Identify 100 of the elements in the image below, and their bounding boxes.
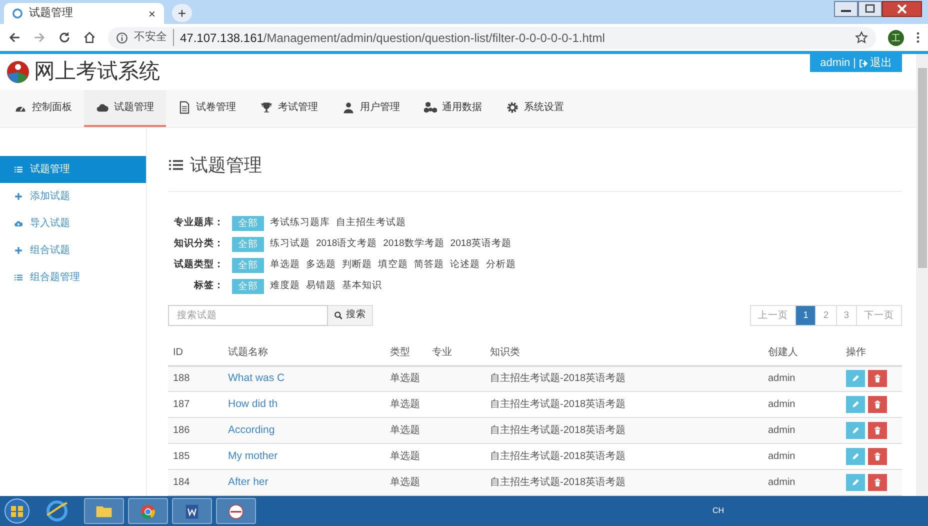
column-header: 操作 <box>841 340 902 366</box>
trash-icon <box>873 478 882 487</box>
close-icon[interactable] <box>148 10 156 18</box>
info-icon <box>116 32 128 44</box>
filter-option[interactable]: 2018语文考题 <box>316 236 378 252</box>
filter-option[interactable]: 自主招生考试题 <box>336 216 406 230</box>
home-icon[interactable] <box>83 31 96 44</box>
table-cell: 185 <box>168 444 223 470</box>
table-cell: admin <box>763 366 841 392</box>
search-button[interactable]: 搜索 <box>328 304 373 326</box>
edit-button[interactable] <box>846 448 865 465</box>
search-field[interactable]: 搜索试题 <box>168 304 328 326</box>
table-cell: 187 <box>168 392 223 418</box>
taskbar-button[interactable] <box>172 498 212 524</box>
filter-option[interactable]: 考试练习题库 <box>270 216 330 230</box>
table-cell: 单选题 <box>385 444 427 470</box>
more-icon[interactable] <box>916 31 920 44</box>
edit-button[interactable] <box>846 370 865 388</box>
delete-button[interactable] <box>868 396 887 413</box>
filter-option[interactable]: 练习试题 <box>270 236 310 252</box>
table-cell: 自主招生考试题-2018英语考题 <box>485 444 763 470</box>
column-header: 创建人 <box>763 340 841 366</box>
filter-option[interactable]: 基本知识 <box>342 278 382 294</box>
filter-option[interactable]: 分析题 <box>486 258 516 272</box>
settings-icon <box>506 100 519 114</box>
taskbar-button[interactable] <box>84 498 124 524</box>
column-header: ID <box>168 340 223 366</box>
table-cell: admin <box>763 444 841 470</box>
nav-tab[interactable]: 控制面板 <box>2 90 84 126</box>
delete-button[interactable] <box>868 422 887 439</box>
column-header: 试题名称 <box>223 340 385 366</box>
forward-icon[interactable] <box>33 31 46 44</box>
question-link[interactable]: After her <box>228 476 268 488</box>
start-button-icon[interactable] <box>4 498 30 524</box>
separator-text: | <box>853 56 856 71</box>
filter-label: 知识分类： <box>173 236 225 251</box>
nav-tab[interactable]: 考试管理 <box>248 90 330 126</box>
list-icon <box>168 157 184 173</box>
profile-avatar[interactable]: 工 <box>888 30 904 46</box>
list-icon <box>14 164 23 174</box>
sidebar-item[interactable]: 组合试题 <box>0 236 146 264</box>
star-icon[interactable] <box>855 31 868 44</box>
reload-icon[interactable] <box>58 31 71 44</box>
browser-tab[interactable]: 试题管理 <box>4 3 164 24</box>
sidebar-item[interactable]: 试题管理 <box>0 156 146 182</box>
trash-icon <box>873 374 882 384</box>
question-link[interactable]: According <box>228 424 275 436</box>
nav-tab[interactable]: 试卷管理 <box>166 90 248 126</box>
column-header: 知识类 <box>485 340 763 366</box>
plus-icon <box>14 192 23 200</box>
close-icon[interactable] <box>882 1 922 17</box>
delete-button[interactable] <box>868 474 887 491</box>
address-bar[interactable]: 不安全 47.107.138.161/Management/admin/question/question-list/filter-0-0-0-0-0-1.html <box>108 26 876 48</box>
sidebar-item[interactable]: 添加试题 <box>0 182 146 210</box>
tab-title: 试题管理 <box>29 6 74 22</box>
filter-option[interactable]: 单选题 <box>270 258 300 272</box>
taskbar-button[interactable] <box>128 498 168 524</box>
filter-option[interactable]: 论述题 <box>450 258 480 272</box>
restore-icon[interactable] <box>858 1 882 17</box>
delete-button[interactable] <box>868 448 887 465</box>
filter-option[interactable]: 简答题 <box>414 258 444 272</box>
table-cell: 单选题 <box>385 470 427 496</box>
filter-option[interactable]: 多选题 <box>306 258 336 272</box>
scrollbar-thumb[interactable] <box>918 68 926 268</box>
back-icon[interactable] <box>8 31 21 44</box>
page-link[interactable]: 1 <box>795 304 816 326</box>
filter-option[interactable]: 填空题 <box>378 258 408 272</box>
pencil-icon <box>851 400 860 409</box>
taskbar-button[interactable] <box>216 498 256 524</box>
question-link[interactable]: How did th <box>228 398 278 410</box>
scrollbar[interactable] <box>916 54 928 496</box>
edit-button[interactable] <box>846 396 865 413</box>
nav-tab[interactable]: 通用数据 <box>412 90 494 126</box>
filter-option[interactable]: 2018英语考题 <box>450 236 512 252</box>
logo-icon <box>6 60 30 84</box>
trash-icon <box>873 426 882 435</box>
minimize-icon[interactable] <box>834 1 858 17</box>
pencil-icon <box>851 478 860 487</box>
new-tab-button[interactable]: + <box>172 4 192 22</box>
column-header: 专业 <box>427 340 485 366</box>
url-text: 47.107.138.161/Management/admin/question/question-list/filter-0-0-0-0-0-1.html <box>180 30 606 46</box>
filter-option[interactable]: 难度题 <box>270 278 300 294</box>
nav-tab[interactable]: 试题管理 <box>84 90 166 126</box>
nav-tab[interactable]: 系统设置 <box>494 90 576 126</box>
delete-button[interactable] <box>868 370 887 388</box>
sidebar-item[interactable]: 导入试题 <box>0 210 146 236</box>
trophy-icon <box>260 100 273 114</box>
filter-option[interactable]: 判断题 <box>342 258 372 272</box>
filter-label: 标签： <box>192 278 225 293</box>
question-link[interactable]: What was C <box>228 372 285 384</box>
edit-button[interactable] <box>846 474 865 491</box>
nav-tab[interactable]: 用户管理 <box>330 90 412 126</box>
web-browser-icon[interactable] <box>44 498 70 524</box>
filter-option[interactable]: 2018数学考题 <box>383 236 444 252</box>
language-indicator[interactable]: CH <box>712 505 724 517</box>
table-cell: 184 <box>168 470 223 496</box>
filter-option[interactable]: 易错题 <box>306 278 336 294</box>
edit-button[interactable] <box>846 422 865 439</box>
table-cell: 自主招生考试题-2018英语考题 <box>485 418 763 444</box>
question-link[interactable]: My mother <box>228 450 278 462</box>
